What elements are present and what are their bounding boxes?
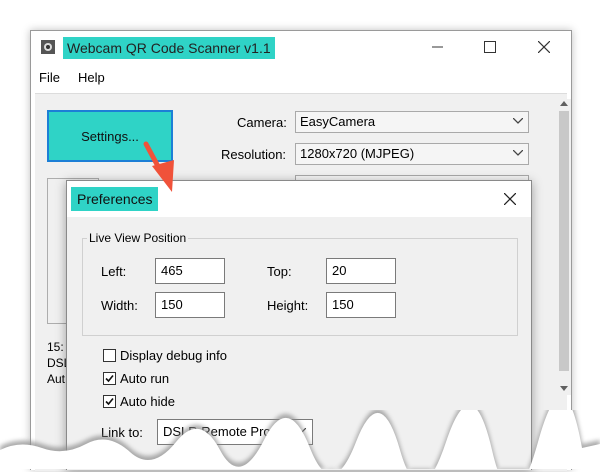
- status-time: 15:: [47, 340, 64, 354]
- live-view-position-group: [82, 238, 518, 336]
- top-input[interactable]: 20: [326, 258, 396, 284]
- resolution-select[interactable]: 1280x720 (MJPEG): [295, 143, 529, 165]
- menu-help[interactable]: Help: [78, 70, 105, 85]
- height-input[interactable]: 150: [326, 292, 396, 318]
- vertical-scrollbar[interactable]: [557, 99, 571, 395]
- scroll-up-icon: [560, 101, 568, 106]
- minimize-icon: [432, 46, 443, 48]
- dialog-close-button[interactable]: [497, 187, 523, 211]
- camera-select-value: EasyCamera: [300, 114, 376, 129]
- close-icon: [538, 41, 550, 53]
- checkbox-box[interactable]: [103, 394, 116, 408]
- height-label: Height:: [267, 298, 309, 313]
- close-button[interactable]: [521, 31, 567, 63]
- group-title: Live View Position: [87, 231, 189, 245]
- checkbox-label: Auto run: [120, 370, 170, 386]
- scroll-thumb[interactable]: [559, 111, 569, 371]
- scroll-down-icon: [560, 386, 568, 391]
- width-input[interactable]: 150: [155, 292, 225, 318]
- title-bar[interactable]: Webcam QR Code Scanner v1.1: [31, 31, 571, 63]
- checkbox-box[interactable]: [103, 348, 116, 362]
- chevron-down-icon: [513, 150, 523, 156]
- menu-file[interactable]: File: [39, 70, 60, 85]
- menu-bar: File Help: [31, 67, 571, 89]
- minimize-button[interactable]: [415, 31, 461, 63]
- camera-icon: [41, 40, 55, 54]
- checkmark-icon: [105, 397, 114, 405]
- maximize-icon: [484, 41, 496, 53]
- window-title: Webcam QR Code Scanner v1.1: [63, 37, 275, 59]
- display-debug-checkbox[interactable]: Display debug info: [103, 346, 227, 364]
- top-label: Top:: [267, 264, 292, 279]
- chevron-down-icon: [513, 118, 523, 124]
- left-label: Left:: [101, 264, 127, 279]
- camera-label: Camera:: [237, 115, 287, 130]
- camera-select[interactable]: EasyCamera: [295, 111, 529, 133]
- auto-hide-checkbox[interactable]: Auto hide: [103, 392, 175, 410]
- resolution-select-value: 1280x720 (MJPEG): [300, 146, 415, 161]
- checkbox-box[interactable]: [103, 371, 116, 385]
- status-auto: Aut: [47, 372, 66, 386]
- checkbox-label: Display debug info: [120, 347, 227, 363]
- red-arrow-icon: [143, 141, 174, 192]
- resolution-label: Resolution:: [221, 147, 287, 162]
- close-icon: [504, 193, 516, 205]
- checkbox-label: Auto hide: [120, 393, 175, 409]
- auto-run-checkbox[interactable]: Auto run: [103, 369, 169, 387]
- checkmark-icon: [105, 374, 114, 382]
- width-label: Width:: [101, 298, 138, 313]
- maximize-button[interactable]: [467, 31, 513, 63]
- torn-edge-decoration: [0, 410, 600, 469]
- left-input[interactable]: 465: [155, 258, 225, 284]
